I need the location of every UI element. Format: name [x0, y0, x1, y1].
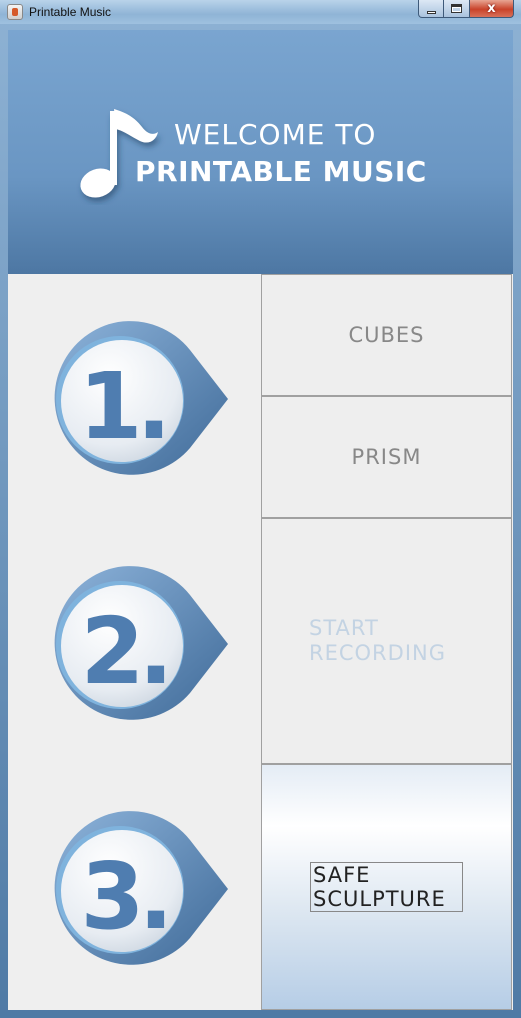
- welcome-banner: WELCOME TO PRINTABLE MUSIC: [8, 30, 513, 274]
- cubes-button-label: CUBES: [348, 323, 425, 347]
- window-title: Printable Music: [29, 5, 112, 19]
- minimize-button[interactable]: [418, 0, 444, 18]
- step-one-badge-icon: 1.: [54, 321, 229, 475]
- close-button[interactable]: x: [470, 0, 514, 18]
- step-one-number: 1.: [79, 353, 166, 460]
- safe-sculpture-label: SAFE SCULPTURE: [310, 862, 463, 912]
- start-recording-button[interactable]: START RECORDING: [261, 518, 512, 764]
- cubes-button[interactable]: CUBES: [261, 274, 512, 396]
- step-three-badge-icon: 3.: [54, 811, 229, 965]
- prism-button[interactable]: PRISM: [261, 396, 512, 518]
- close-icon: x: [487, 1, 496, 16]
- step-three-number: 3.: [81, 843, 168, 950]
- welcome-heading-line1: WELCOME TO: [174, 118, 377, 151]
- window-controls: x: [418, 0, 514, 19]
- prism-button-label: PRISM: [351, 445, 422, 469]
- main-panel: WELCOME TO PRINTABLE MUSIC 1. 2. 3. CUBE…: [8, 30, 513, 1010]
- step-two-badge-icon: 2.: [54, 566, 229, 720]
- step-two-number: 2.: [81, 598, 168, 705]
- java-app-icon[interactable]: [7, 4, 23, 20]
- title-bar[interactable]: Printable Music x: [0, 0, 521, 24]
- maximize-button[interactable]: [444, 0, 470, 18]
- welcome-heading-line2: PRINTABLE MUSIC: [135, 155, 427, 188]
- safe-sculpture-button[interactable]: SAFE SCULPTURE: [261, 764, 512, 1010]
- app-window: Printable Music x WELCOME TO PRINTABLE M…: [0, 0, 521, 1018]
- start-recording-label: START RECORDING: [309, 616, 446, 665]
